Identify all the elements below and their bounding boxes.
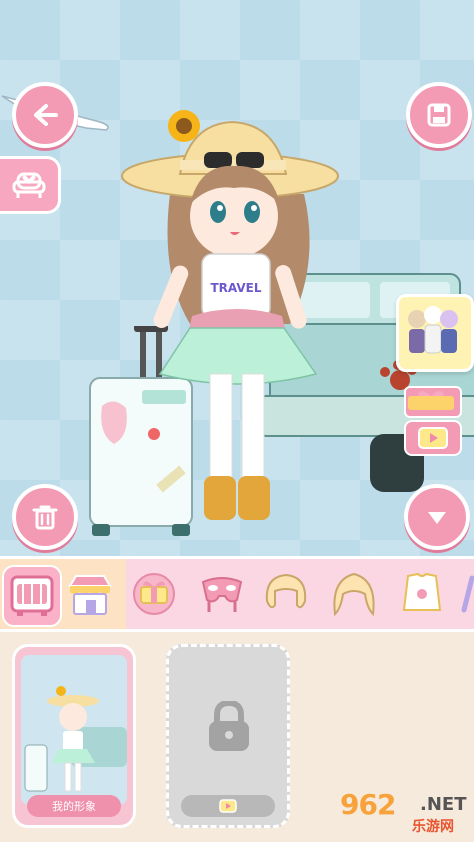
video-button[interactable] (404, 420, 462, 456)
group-characters-icon (408, 306, 458, 354)
watermark-number: 962 (340, 788, 396, 821)
watermark-site-name: 乐游网 (412, 819, 454, 835)
armchair-icon (12, 172, 46, 198)
category-top[interactable] (394, 565, 450, 623)
gift-box-icon (133, 573, 175, 615)
saved-look-preview (21, 655, 127, 805)
furniture-button[interactable] (0, 156, 61, 214)
expand-button[interactable] (404, 484, 470, 550)
category-wardrobe[interactable] (2, 565, 62, 627)
watermark-domain: .NET (420, 794, 467, 815)
short-hair-icon (265, 573, 307, 609)
shirt-icon (402, 572, 442, 611)
back-arrow-icon (34, 104, 58, 126)
look-preview-image (24, 686, 127, 792)
unlock-video-button[interactable] (181, 795, 275, 817)
category-shop[interactable] (62, 565, 118, 623)
saved-look-card[interactable]: 我的形象 (12, 644, 136, 828)
delete-button[interactable] (12, 484, 78, 550)
dressup-scene: TRAVEL (0, 0, 474, 556)
gift-button[interactable] (404, 386, 462, 418)
mask-icon (201, 577, 243, 612)
play-video-icon (219, 799, 237, 813)
saved-look-label: 我的形象 (27, 795, 121, 817)
category-long-hair[interactable] (326, 565, 382, 623)
long-hair-icon (333, 572, 375, 617)
back-button[interactable] (12, 82, 78, 148)
locked-look-slot[interactable] (166, 644, 290, 828)
dressup-character: TRAVEL (121, 110, 339, 520)
shop-icon (68, 575, 112, 615)
category-mask[interactable] (194, 565, 250, 623)
more-icon (461, 575, 474, 613)
play-video-icon (418, 427, 448, 449)
category-bar (0, 556, 474, 632)
watermark-logo: 962 .NET 乐游网 (334, 788, 470, 838)
gift-bow-icon (408, 391, 454, 410)
category-more[interactable] (458, 565, 474, 623)
character-thumbnail-button[interactable] (396, 294, 474, 372)
category-gift[interactable] (126, 565, 182, 623)
save-floppy-icon (427, 103, 451, 127)
shirt-print-text: TRAVEL (210, 281, 261, 295)
category-short-hair[interactable] (258, 565, 314, 623)
trash-icon (32, 505, 58, 530)
save-button[interactable] (406, 82, 472, 148)
down-triangle-icon (428, 512, 446, 524)
wardrobe-icon (10, 575, 54, 616)
lock-icon (209, 701, 249, 751)
